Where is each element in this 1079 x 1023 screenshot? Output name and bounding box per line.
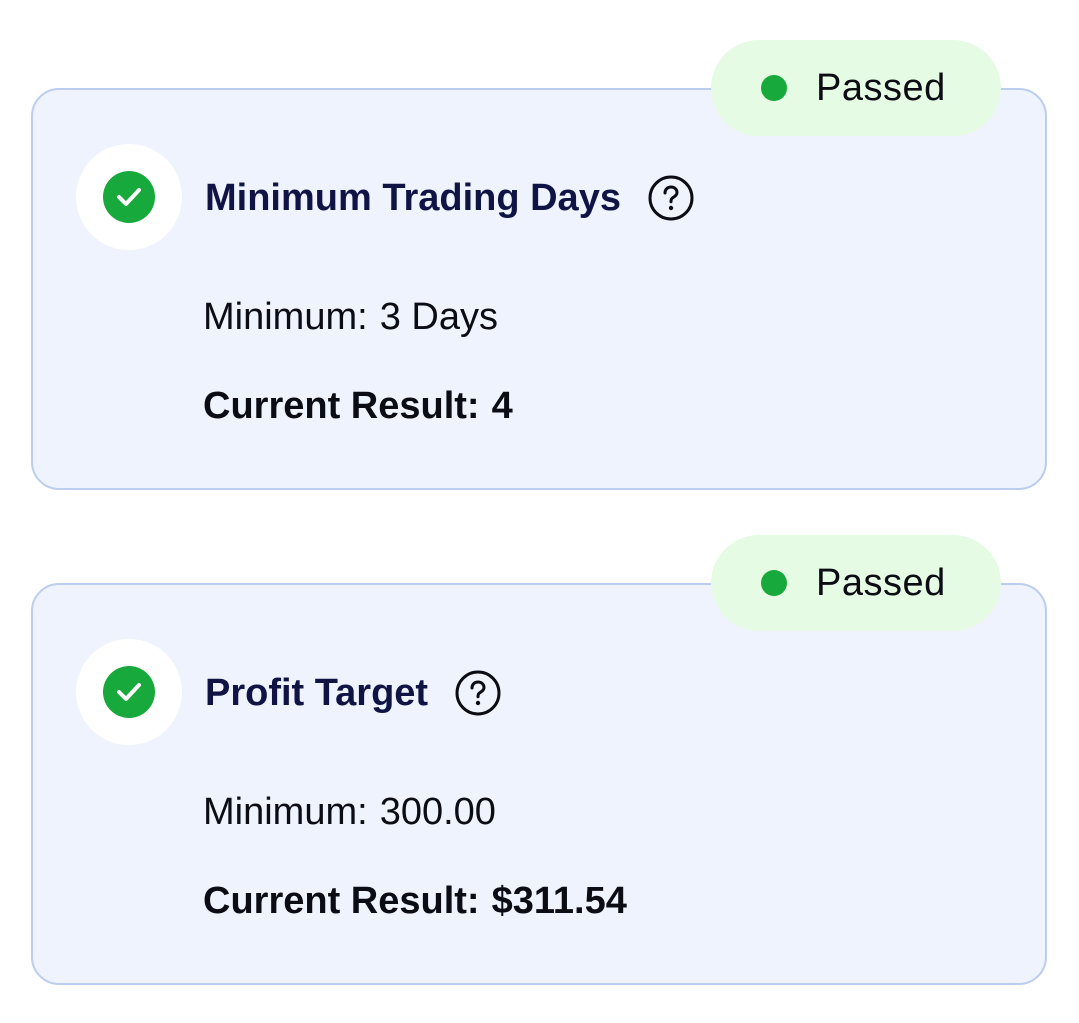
status-dot-icon [761, 570, 787, 596]
status-text: Passed [816, 66, 946, 109]
check-circle-icon [103, 171, 155, 223]
minimum-label: Minimum: [203, 791, 368, 833]
question-circle-icon[interactable] [647, 174, 695, 222]
status-text: Passed [816, 561, 946, 604]
card-title-row: Profit Target [205, 666, 502, 720]
minimum-requirement: Minimum: 3 Days [203, 296, 498, 339]
current-result-value: 4 [491, 385, 513, 427]
card-title: Minimum Trading Days [205, 176, 621, 219]
minimum-label: Minimum: [203, 296, 368, 338]
check-icon-container [76, 144, 182, 250]
minimum-requirement: Minimum: 300.00 [203, 791, 496, 834]
card-title: Profit Target [205, 671, 429, 714]
status-badge: Passed [711, 535, 1001, 631]
question-circle-icon[interactable] [454, 669, 502, 717]
current-result-value: $311.54 [491, 880, 627, 922]
minimum-value: 3 Days [379, 296, 498, 338]
current-result-label: Current Result: [203, 880, 480, 922]
objective-card-profit-target: Passed Profit Target Minimum: 300.00 Curr… [31, 535, 1047, 985]
current-result: Current Result: 4 [203, 385, 513, 428]
status-dot-icon [761, 75, 787, 101]
check-icon-container [76, 639, 182, 745]
minimum-value: 300.00 [379, 791, 496, 833]
card-title-row: Minimum Trading Days [205, 171, 695, 225]
objective-card-minimum-trading-days: Passed Minimum Trading Days Minimum: 3 Da… [31, 40, 1047, 490]
status-badge: Passed [711, 40, 1001, 136]
current-result: Current Result: $311.54 [203, 880, 627, 923]
current-result-label: Current Result: [203, 385, 480, 427]
check-circle-icon [103, 666, 155, 718]
